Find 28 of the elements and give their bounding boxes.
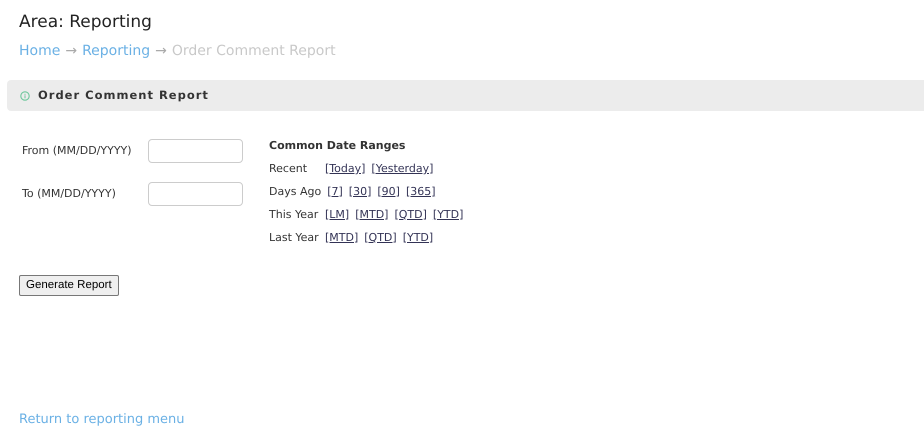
- breadcrumb-arrow: →: [65, 43, 78, 60]
- field-label: From (MM/DD/YYYY): [22, 143, 133, 160]
- range-link[interactable]: [MTD]: [325, 230, 358, 253]
- range-link[interactable]: [Today]: [325, 160, 366, 184]
- panel-title: Order Comment Report: [38, 87, 209, 104]
- breadcrumb-arrow: →: [155, 43, 167, 60]
- generate-report-button[interactable]: Generate Report: [19, 274, 119, 296]
- range-link[interactable]: [QTD]: [364, 230, 397, 253]
- range-link[interactable]: [30]: [348, 184, 372, 207]
- date-ranges-heading: Common Date Ranges: [269, 138, 406, 154]
- range-link[interactable]: [YTD]: [432, 206, 464, 230]
- range-link[interactable]: [Yesterday]: [371, 160, 434, 184]
- date-field[interactable]: [148, 139, 243, 164]
- range-label: Days Ago: [269, 184, 322, 200]
- range-link[interactable]: [LM]: [325, 206, 350, 230]
- page-title: Area: Reporting: [19, 12, 153, 32]
- range-link[interactable]: [QTD]: [394, 206, 427, 230]
- field-label: To (MM/DD/YYYY): [22, 186, 117, 202]
- range-link[interactable]: [MTD]: [355, 206, 388, 230]
- range-link[interactable]: [7]: [327, 184, 343, 207]
- range-link[interactable]: [90]: [377, 184, 400, 207]
- range-label: Recent: [269, 160, 308, 177]
- range-label: Last Year: [269, 230, 319, 246]
- date-field[interactable]: [148, 182, 243, 206]
- info-icon: [20, 90, 30, 101]
- range-label: This Year: [269, 206, 319, 223]
- range-link[interactable]: [365]: [406, 184, 436, 207]
- range-link[interactable]: [YTD]: [402, 230, 434, 253]
